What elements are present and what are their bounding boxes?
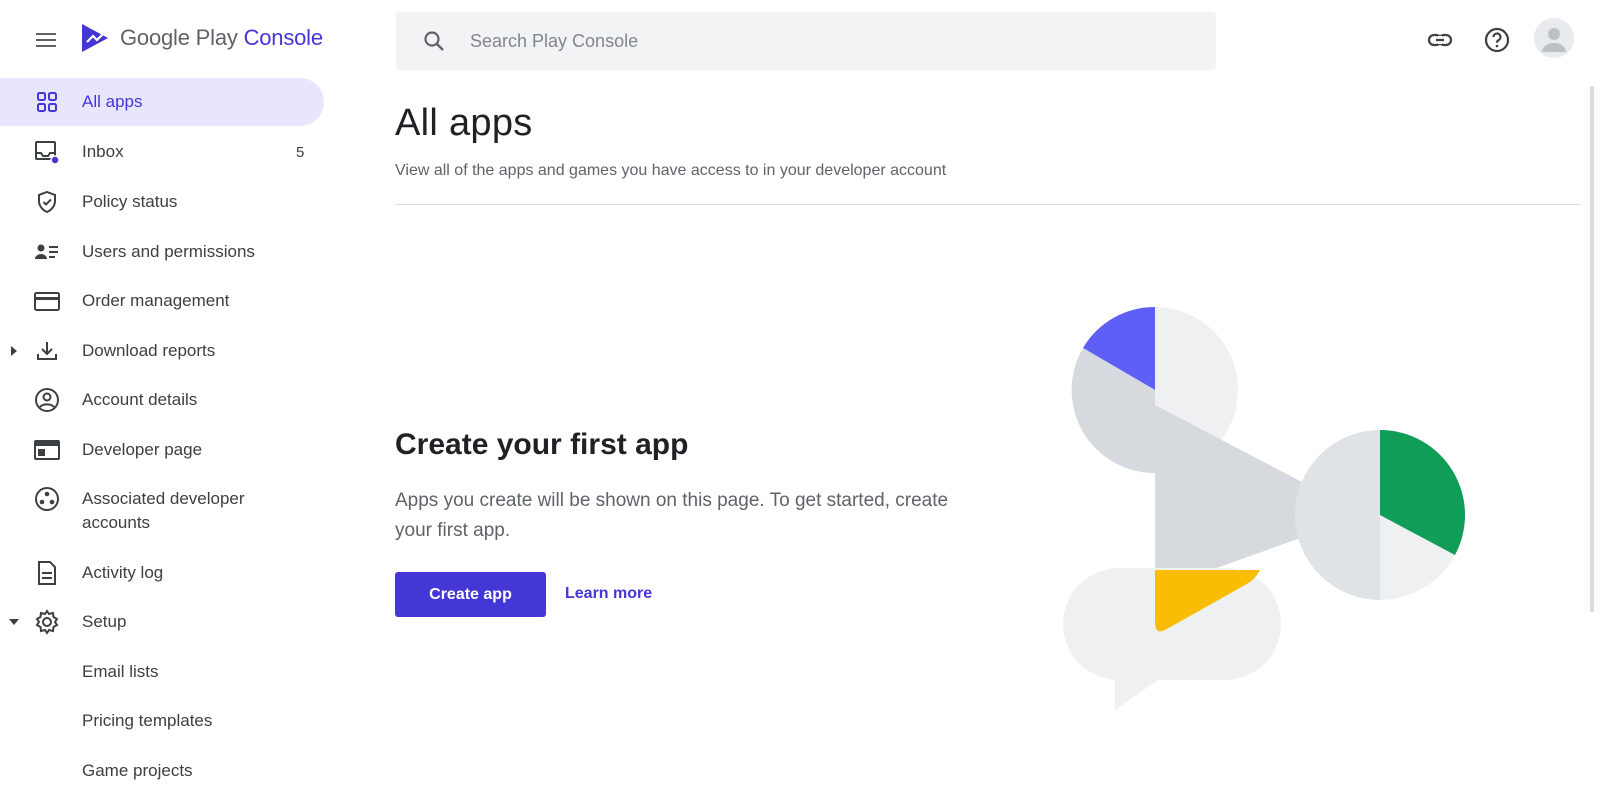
sidebar-item-inbox[interactable]: Inbox 5 (0, 128, 330, 178)
search-icon (420, 27, 448, 55)
search-bar[interactable] (396, 12, 1216, 70)
inbox-count-badge: 5 (296, 143, 305, 161)
sidebar-item-label: Account details (82, 390, 198, 410)
sidebar-item-setup[interactable]: Setup (0, 597, 330, 647)
sidebar-item-label: Setup (82, 612, 127, 632)
hamburger-menu-icon[interactable] (30, 24, 62, 56)
help-icon[interactable] (1479, 22, 1515, 58)
grid-icon (33, 88, 61, 116)
collapse-arrow-icon[interactable] (8, 616, 20, 628)
sidebar-item-developer-page[interactable]: Developer page (0, 425, 330, 475)
sidebar-item-label: Policy status (82, 191, 178, 211)
sidebar-item-label: Inbox (82, 142, 124, 162)
expand-arrow-icon[interactable] (8, 345, 20, 357)
top-bar: Google Play Console (0, 0, 1600, 80)
download-icon (33, 337, 61, 365)
credit-card-icon (33, 287, 61, 315)
link-icon[interactable] (1422, 22, 1458, 58)
sidebar-item-label: Activity log (82, 562, 164, 582)
page-subtitle: View all of the apps and games you have … (395, 162, 947, 179)
sidebar-item-activity-log[interactable]: Activity log (0, 548, 330, 598)
document-icon (33, 559, 61, 587)
scrollbar[interactable] (1590, 86, 1594, 612)
sidebar-item-label: Email lists (82, 661, 159, 681)
play-logo-icon (82, 24, 108, 52)
linked-accounts-icon (33, 485, 61, 513)
logo-text: Google Play Console (120, 25, 323, 50)
sidebar-item-label: Game projects (82, 760, 193, 780)
sidebar-item-label: Order management (82, 291, 230, 311)
sidebar-item-download-reports[interactable]: Download reports (0, 326, 330, 376)
main-content: All apps View all of the apps and games … (395, 80, 1585, 788)
page-title: All apps (395, 102, 533, 144)
gear-icon (33, 608, 61, 636)
user-silhouette-icon (1542, 28, 1566, 52)
sidebar-item-label: Pricing templates (82, 711, 213, 731)
sidebar-item-label: Users and permissions (82, 241, 255, 261)
sidebar-item-game-projects[interactable]: Game projects (0, 746, 330, 788)
avatar[interactable] (1534, 18, 1574, 58)
create-app-button[interactable]: Create app (395, 572, 546, 617)
sidebar-item-users-and-permissions[interactable]: Users and permissions (0, 227, 330, 277)
sidebar-item-label: All apps (82, 92, 143, 111)
sidebar-item-associated-developer-accounts[interactable]: Associated developer accounts (0, 475, 330, 548)
sidebar-item-label: Download reports (82, 340, 216, 360)
divider (395, 204, 1580, 205)
sidebar-item-order-management[interactable]: Order management (0, 276, 330, 326)
sidebar-item-all-apps[interactable]: All apps (0, 78, 324, 126)
sidebar-item-account-details[interactable]: Account details (0, 376, 330, 426)
inbox-icon (33, 138, 61, 166)
web-page-icon (33, 436, 61, 464)
sidebar-item-label: Associated developer accounts (82, 489, 245, 533)
learn-more-link[interactable]: Learn more (565, 585, 652, 603)
play-console-logo[interactable]: Google Play Console (80, 22, 323, 54)
shield-check-icon (33, 188, 61, 216)
search-input[interactable] (470, 30, 1170, 52)
sidebar: All apps Inbox 5 Policy status Users and… (0, 78, 330, 788)
account-circle-icon (33, 386, 61, 414)
sidebar-item-email-lists[interactable]: Email lists (0, 647, 330, 697)
empty-state-title: Create your first app (395, 428, 689, 461)
users-list-icon (33, 238, 61, 266)
sidebar-item-label: Developer page (82, 439, 203, 459)
empty-state-illustration (1063, 306, 1465, 710)
sidebar-item-policy-status[interactable]: Policy status (0, 177, 330, 227)
sidebar-item-pricing-templates[interactable]: Pricing templates (0, 697, 330, 747)
empty-state-description: Apps you create will be shown on this pa… (395, 490, 949, 541)
